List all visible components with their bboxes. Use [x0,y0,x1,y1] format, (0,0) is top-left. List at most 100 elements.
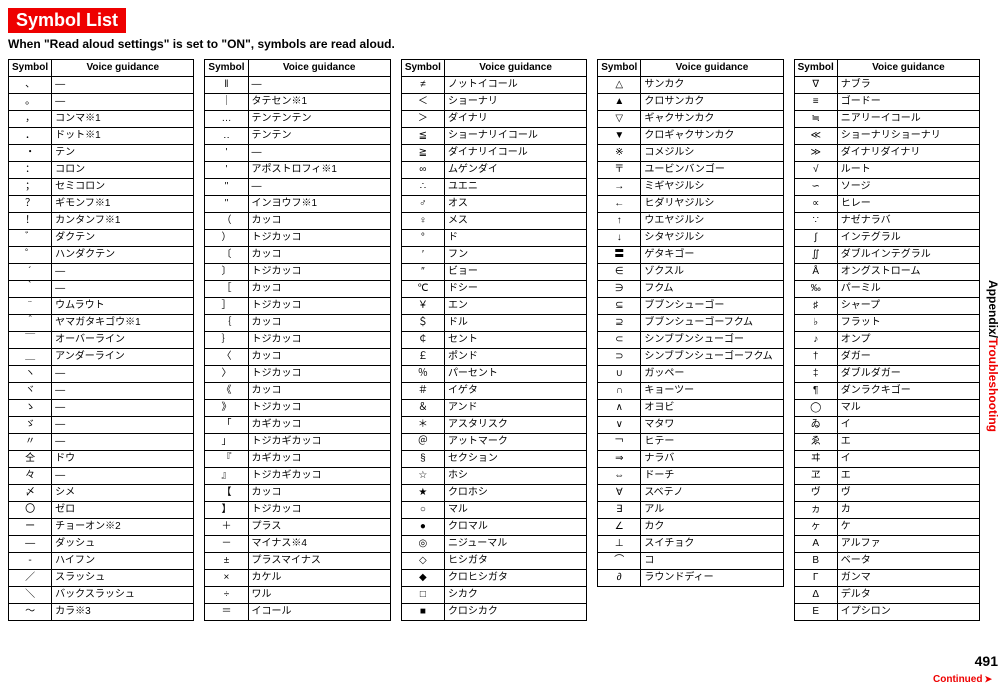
table-row: Γガンマ [794,570,979,587]
table-row: 〒ユービンバンゴー [598,162,783,179]
symbol-cell: ″ [401,264,444,281]
voice-cell: コロン [52,162,194,179]
table-row: ゛ダクテン [9,230,194,247]
voice-cell: ダブルインテグラル [837,247,979,264]
symbol-cell: ∞ [401,162,444,179]
voice-cell: カギカッコ [248,417,390,434]
symbol-cell: △ [598,77,641,94]
symbol-cell: ↓ [598,230,641,247]
symbol-cell: 《 [205,383,248,400]
table-row: ≪ショーナリショーナリ [794,128,979,145]
symbol-cell: ♪ [794,332,837,349]
table-row: ♀メス [401,213,586,230]
symbol-cell: ¶ [794,383,837,400]
symbol-cell: ⊇ [598,315,641,332]
voice-cell: ゲタキゴー [641,247,783,264]
voice-cell: イ [837,417,979,434]
voice-cell: カク [641,519,783,536]
symbol-cell: ÷ [205,587,248,604]
symbol-cell: ー [9,519,52,536]
voice-cell: オーバーライン [52,332,194,349]
symbol-table: SymbolVoice guidance△サンカク▲クロサンカク▽ギャクサンカク… [597,59,783,587]
voice-cell: クロヒシガタ [444,570,586,587]
table-row: ×カケル [205,570,390,587]
symbol-cell: ＞ [401,111,444,128]
table-row: ヴヴ [794,485,979,502]
header-voice: Voice guidance [837,60,979,77]
voice-cell: パーミル [837,281,979,298]
symbol-cell: ※ [598,145,641,162]
table-row: ∬ダブルインテグラル [794,247,979,264]
table-row: 々― [9,468,194,485]
symbol-cell: ⇔ [598,468,641,485]
voice-cell: ダイナリイコール [444,145,586,162]
symbol-cell: ≧ [401,145,444,162]
table-row: 」トジカギカッコ [205,434,390,451]
voice-cell: ポンド [444,349,586,366]
table-row: ≦ショーナリイコール [401,128,586,145]
symbol-cell: 》 [205,400,248,417]
table-row: ∵ナゼナラバ [794,213,979,230]
table-row: ］トジカッコ [205,298,390,315]
table-row: §セクション [401,451,586,468]
symbol-cell: ． [9,128,52,145]
voice-cell: インテグラル [837,230,979,247]
voice-cell: イコール [248,604,390,621]
symbol-cell: ◎ [401,536,444,553]
table-row: ′フン [401,247,586,264]
voice-cell: クロサンカク [641,94,783,111]
symbol-cell: ＠ [401,434,444,451]
symbol-cell: ヾ [9,383,52,400]
voice-cell: カケル [248,570,390,587]
symbol-cell: 〆 [9,485,52,502]
table-row: △サンカク [598,77,783,94]
voice-cell: カッコ [248,485,390,502]
symbol-cell: ⊂ [598,332,641,349]
voice-cell: カッコ [248,349,390,366]
table-row: ；セミコロン [9,179,194,196]
symbol-cell: ⊆ [598,298,641,315]
symbol-cell: ， [9,111,52,128]
table-row: 仝ドウ [9,451,194,468]
symbol-cell: ゛ [9,230,52,247]
symbol-cell: ≒ [794,111,837,128]
voice-cell: スベテノ [641,485,783,502]
symbol-cell: ♭ [794,315,837,332]
table-row: ＝イコール [205,604,390,621]
symbol-cell: ∵ [794,213,837,230]
symbol-cell: ♀ [401,213,444,230]
symbol-cell: ヶ [794,519,837,536]
voice-cell: トジカッコ [248,502,390,519]
symbol-cell: ■ [401,604,444,621]
table-row: ∇ナブラ [794,77,979,94]
table-row: ⊂シンブブンシューゴー [598,332,783,349]
voice-cell: カギカッコ [248,451,390,468]
symbol-cell: ／ [9,570,52,587]
symbol-cell: ♂ [401,196,444,213]
symbol-cell: ヽ [9,366,52,383]
table-row: °ド [401,230,586,247]
symbol-cell: ∇ [794,77,837,94]
voice-cell: ニジューマル [444,536,586,553]
symbol-cell: ∽ [794,179,837,196]
symbol-cell: ‰ [794,281,837,298]
symbol-cell: ＿ [9,349,52,366]
symbol-cell: ↑ [598,213,641,230]
symbol-cell: ＆ [401,400,444,417]
voice-cell: ― [52,264,194,281]
voice-cell: トジカギカッコ [248,468,390,485]
voice-cell: ナゼナラバ [837,213,979,230]
symbol-cell: Α [794,536,837,553]
symbol-cell: 、 [9,77,52,94]
voice-cell: エ [837,434,979,451]
symbol-table: SymbolVoice guidance∇ナブラ≡ゴードー≒ニアリーイコール≪シ… [794,59,980,621]
symbol-cell: ） [205,230,248,247]
voice-cell: ― [52,417,194,434]
page-number: 491 [975,653,998,669]
table-row: ○マル [401,502,586,519]
table-row: ？ギモンフ※1 [9,196,194,213]
table-row: ◎ニジューマル [401,536,586,553]
table-row: ≧ダイナリイコール [401,145,586,162]
table-row: ゝ― [9,400,194,417]
col-3: SymbolVoice guidance≠ノットイコール＜ショーナリ＞ダイナリ≦… [401,59,587,621]
